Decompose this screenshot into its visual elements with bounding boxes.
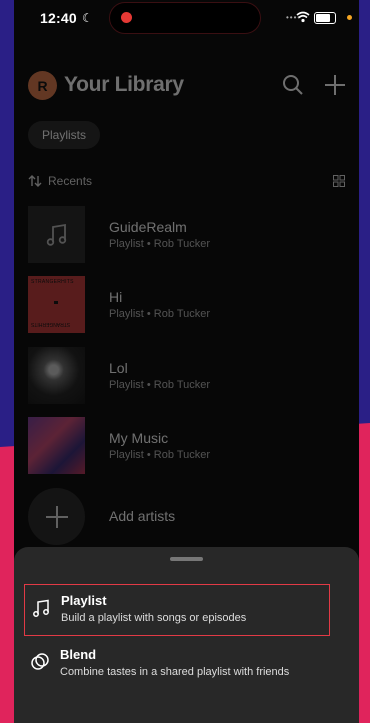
add-artists-label: Add artists [109, 508, 176, 524]
phone-screen: 12:40 ☾ •••• R Your Library Playlists Re… [14, 0, 359, 723]
avatar[interactable]: R [28, 71, 57, 100]
add-artists-row[interactable]: Add artists [28, 488, 348, 546]
grid-view-icon[interactable] [333, 175, 345, 187]
option-subtitle: Build a playlist with songs or episodes [61, 612, 247, 624]
sheet-drag-handle[interactable] [170, 557, 203, 561]
filter-chip-playlists[interactable]: Playlists [28, 121, 101, 149]
list-item-title: My Music [109, 430, 169, 446]
option-subtitle: Combine tastes in a shared playlist with… [60, 666, 290, 678]
list-item[interactable]: STRANGERHITS STRANGERHITS Hi Playlist • … [28, 276, 348, 334]
page-title: Your Library [64, 73, 184, 96]
list-item-title: Lol [109, 360, 128, 376]
create-bottom-sheet: Playlist Build a playlist with songs or … [14, 547, 359, 723]
add-artists-button[interactable] [28, 488, 85, 545]
cover-text-top: STRANGERHITS [31, 279, 74, 285]
playlist-cover [28, 347, 85, 404]
cover-text-bottom: STRANGERHITS [31, 321, 71, 327]
list-item[interactable]: GuideRealm Playlist • Rob Tucker [28, 206, 348, 264]
blend-icon [31, 653, 49, 670]
music-note-icon [46, 223, 66, 246]
create-playlist-option[interactable]: Playlist Build a playlist with songs or … [24, 584, 330, 636]
playlist-cover [28, 417, 85, 474]
list-item-subtitle: Playlist • Rob Tucker [109, 449, 211, 461]
option-title: Playlist [61, 593, 107, 608]
sort-arrows-icon [28, 175, 42, 187]
option-title: Blend [60, 647, 97, 662]
cover-mark [54, 301, 58, 304]
create-blend-option[interactable]: Blend Combine tastes in a shared playlis… [24, 639, 328, 689]
sort-label: Recents [48, 174, 93, 188]
list-item-title: Hi [109, 289, 123, 305]
playlist-cover [28, 206, 85, 263]
list-item-title: GuideRealm [109, 219, 187, 235]
sort-button[interactable]: Recents [28, 174, 92, 188]
list-item-subtitle: Playlist • Rob Tucker [109, 238, 211, 250]
list-item[interactable]: My Music Playlist • Rob Tucker [28, 417, 348, 475]
list-item-subtitle: Playlist • Rob Tucker [109, 379, 211, 391]
list-item-subtitle: Playlist • Rob Tucker [109, 308, 211, 320]
plus-icon [45, 505, 68, 528]
list-item[interactable]: Lol Playlist • Rob Tucker [28, 347, 348, 405]
music-note-icon [33, 599, 49, 617]
playlist-cover: STRANGERHITS STRANGERHITS [28, 276, 85, 333]
search-icon[interactable] [282, 74, 304, 96]
plus-icon[interactable] [324, 74, 346, 96]
